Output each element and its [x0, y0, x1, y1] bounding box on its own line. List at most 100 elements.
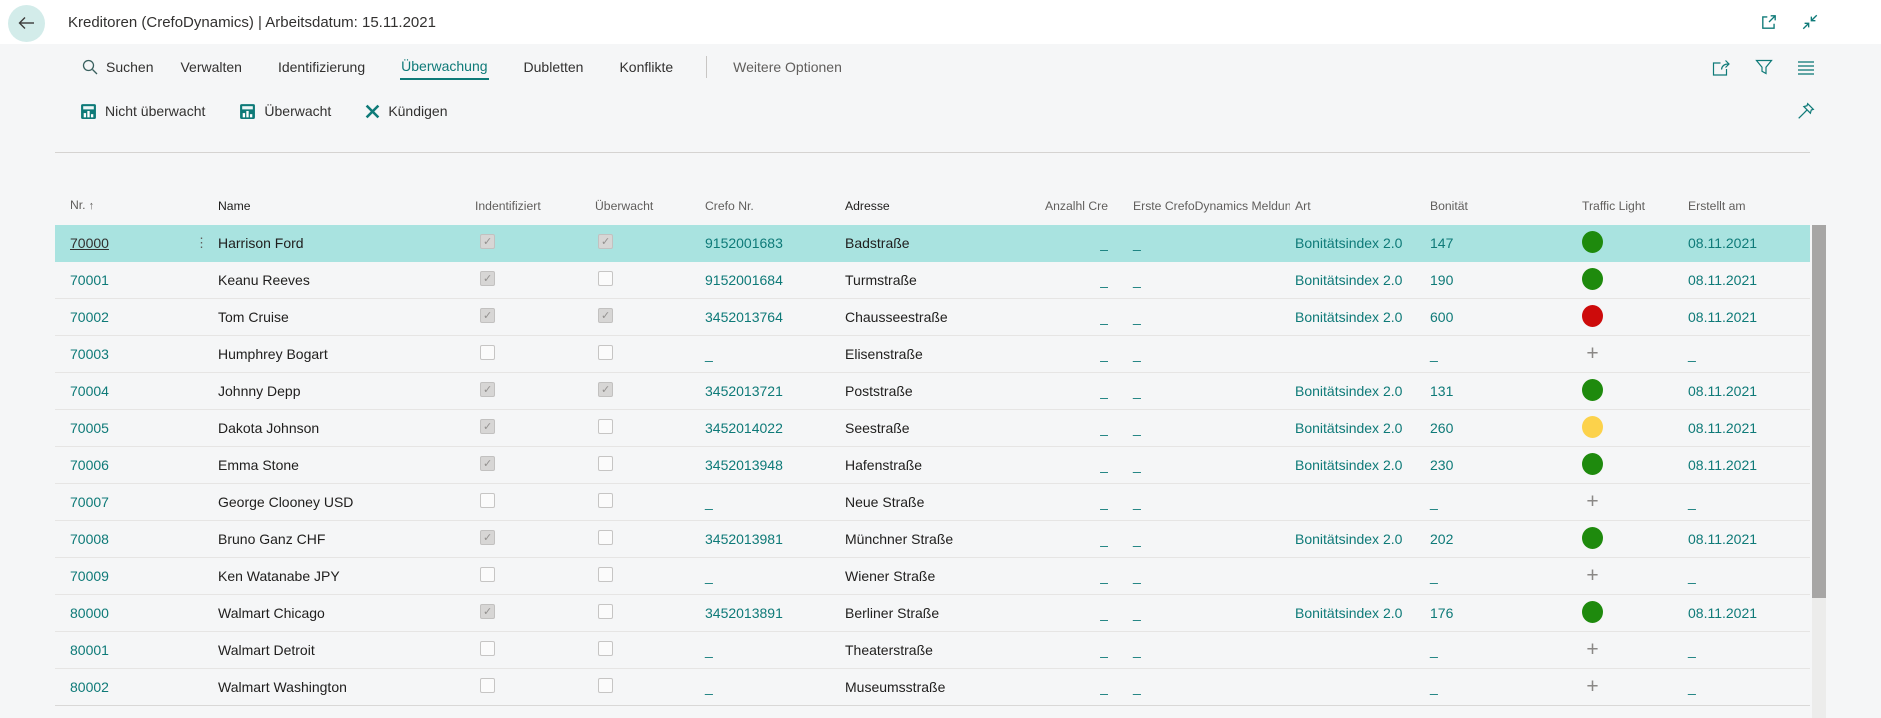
filter-icon[interactable]	[1755, 59, 1773, 76]
anzahl-meldungen-link[interactable]: _	[1100, 383, 1108, 399]
table-row[interactable]: 70009 Ken Watanabe JPY _ Wiener Straße _ _ _ + _	[55, 558, 1810, 595]
menu-item-weitere-optionen[interactable]: Weitere Optionen	[733, 59, 842, 75]
art-link[interactable]: Bonitätsindex 2.0	[1295, 235, 1402, 251]
anzahl-meldungen-link[interactable]: _	[1100, 642, 1108, 658]
pin-icon[interactable]	[1797, 102, 1815, 120]
add-traffic-light-icon[interactable]: +	[1582, 640, 1603, 660]
list-view-icon[interactable]	[1797, 60, 1815, 75]
nr-link[interactable]: 80001	[70, 642, 109, 658]
erste-meldung-link[interactable]: _	[1133, 383, 1141, 399]
add-traffic-light-icon[interactable]: +	[1582, 677, 1603, 697]
art-link[interactable]: Bonitätsindex 2.0	[1295, 420, 1402, 436]
crefo-nr-link[interactable]: _	[705, 568, 713, 584]
bonitaet-link[interactable]: _	[1430, 679, 1438, 695]
anzahl-meldungen-link[interactable]: _	[1100, 531, 1108, 547]
crefo-nr-link[interactable]: _	[705, 346, 713, 362]
crefo-nr-link[interactable]: _	[705, 642, 713, 658]
erste-meldung-link[interactable]: _	[1133, 309, 1141, 325]
erstellt-am-link[interactable]: 08.11.2021	[1688, 235, 1757, 251]
erstellt-am-link[interactable]: 08.11.2021	[1688, 605, 1757, 621]
add-traffic-light-icon[interactable]: +	[1582, 344, 1603, 364]
bonitaet-link[interactable]: 230	[1430, 457, 1453, 473]
table-row[interactable]: 70000 ⋮ Harrison Ford 9152001683 Badstraße _ _…	[55, 225, 1810, 262]
erste-meldung-link[interactable]: _	[1133, 642, 1141, 658]
nr-link[interactable]: 80002	[70, 679, 109, 695]
table-row[interactable]: 70003 Humphrey Bogart _ Elisenstraße _ _ _ + _	[55, 336, 1810, 373]
erste-meldung-link[interactable]: _	[1133, 272, 1141, 288]
action-nicht-berwacht[interactable]: Nicht überwacht	[80, 103, 205, 120]
erste-meldung-link[interactable]: _	[1133, 235, 1141, 251]
bonitaet-link[interactable]: _	[1430, 346, 1438, 362]
art-link[interactable]: Bonitätsindex 2.0	[1295, 531, 1402, 547]
erstellt-am-link[interactable]: 08.11.2021	[1688, 309, 1757, 325]
bonitaet-link[interactable]: 202	[1430, 531, 1453, 547]
erstellt-am-link[interactable]: _	[1688, 642, 1696, 658]
menu-item-verwalten[interactable]: Verwalten	[179, 56, 242, 78]
menu-item-suchen[interactable]: Suchen	[82, 59, 153, 75]
bonitaet-link[interactable]: 131	[1430, 383, 1453, 399]
table-row[interactable]: 70001 Keanu Reeves 9152001684 Turmstraße _ _ B…	[55, 262, 1810, 299]
anzahl-meldungen-link[interactable]: _	[1100, 457, 1108, 473]
anzahl-meldungen-link[interactable]: _	[1100, 309, 1108, 325]
action-k-ndigen[interactable]: Kündigen	[365, 103, 447, 119]
column-header-uberw[interactable]: Überwacht	[590, 198, 695, 225]
menu-item-konflikte[interactable]: Konflikte	[618, 56, 674, 78]
anzahl-meldungen-link[interactable]: _	[1100, 235, 1108, 251]
bonitaet-link[interactable]: 600	[1430, 309, 1453, 325]
erstellt-am-link[interactable]: _	[1688, 494, 1696, 510]
bonitaet-link[interactable]: 176	[1430, 605, 1453, 621]
column-header-nr[interactable]: Nr. ↑	[55, 197, 203, 225]
column-header-erstellt[interactable]: Erstellt am	[1680, 198, 1810, 225]
column-header-adresse[interactable]: Adresse	[840, 198, 1045, 225]
crefo-nr-link[interactable]: 9152001684	[705, 272, 783, 288]
bonitaet-link[interactable]: 147	[1430, 235, 1453, 251]
table-row[interactable]: 70006 Emma Stone 3452013948 Hafenstraße _ _ Bo…	[55, 447, 1810, 484]
erste-meldung-link[interactable]: _	[1133, 494, 1141, 510]
anzahl-meldungen-link[interactable]: _	[1100, 272, 1108, 288]
column-header-ident[interactable]: Indentifiziert	[470, 198, 590, 225]
share-icon[interactable]	[1712, 59, 1731, 76]
nr-link[interactable]: 70007	[70, 494, 109, 510]
menu-item-berwachung[interactable]: Überwachung	[400, 55, 489, 80]
bonitaet-link[interactable]: _	[1430, 568, 1438, 584]
bonitaet-link[interactable]: _	[1430, 494, 1438, 510]
crefo-nr-link[interactable]: 3452013948	[705, 457, 783, 473]
art-link[interactable]: Bonitätsindex 2.0	[1295, 383, 1402, 399]
column-header-traffic[interactable]: Traffic Light	[1575, 198, 1680, 225]
erstellt-am-link[interactable]: 08.11.2021	[1688, 531, 1757, 547]
anzahl-meldungen-link[interactable]: _	[1100, 346, 1108, 362]
table-row[interactable]: 70007 George Clooney USD _ Neue Straße _ _ _ + _	[55, 484, 1810, 521]
table-row[interactable]: 70002 Tom Cruise 3452013764 Chausseestraße _…	[55, 299, 1810, 336]
erste-meldung-link[interactable]: _	[1133, 457, 1141, 473]
table-row[interactable]: 80001 Walmart Detroit _ Theaterstraße _ _ _ + _	[55, 632, 1810, 669]
erste-meldung-link[interactable]: _	[1133, 346, 1141, 362]
bonitaet-link[interactable]: 260	[1430, 420, 1453, 436]
column-header-erste[interactable]: Erste CrefoDynamics Meldung	[1108, 198, 1290, 225]
anzahl-meldungen-link[interactable]: _	[1100, 494, 1108, 510]
add-traffic-light-icon[interactable]: +	[1582, 492, 1603, 512]
column-header-bonitaet[interactable]: Bonität	[1425, 198, 1575, 225]
column-header-name[interactable]: Name	[203, 198, 470, 225]
table-row[interactable]: 70005 Dakota Johnson 3452014022 Seestraße _ _…	[55, 410, 1810, 447]
erstellt-am-link[interactable]: _	[1688, 346, 1696, 362]
bonitaet-link[interactable]: 190	[1430, 272, 1453, 288]
row-menu-icon[interactable]: ⋮	[195, 235, 203, 251]
erste-meldung-link[interactable]: _	[1133, 605, 1141, 621]
erste-meldung-link[interactable]: _	[1133, 531, 1141, 547]
crefo-nr-link[interactable]: _	[705, 679, 713, 695]
crefo-nr-link[interactable]: 9152001683	[705, 235, 783, 251]
column-header-art[interactable]: Art	[1290, 198, 1425, 225]
nr-link[interactable]: 70008	[70, 531, 109, 547]
erste-meldung-link[interactable]: _	[1133, 679, 1141, 695]
nr-link[interactable]: 70009	[70, 568, 109, 584]
table-row[interactable]: 70004 Johnny Depp 3452013721 Poststraße _ _ Bo…	[55, 373, 1810, 410]
crefo-nr-link[interactable]: 3452013981	[705, 531, 783, 547]
open-in-new-window-icon[interactable]	[1760, 13, 1778, 31]
column-header-crefo[interactable]: Crefo Nr.	[695, 198, 840, 225]
nr-link[interactable]: 70004	[70, 383, 109, 399]
art-link[interactable]: Bonitätsindex 2.0	[1295, 605, 1402, 621]
art-link[interactable]: Bonitätsindex 2.0	[1295, 272, 1402, 288]
table-row[interactable]: 80000 Walmart Chicago 3452013891 Berliner S…	[55, 595, 1810, 632]
table-row[interactable]: 70008 Bruno Ganz CHF 3452013981 Münchner St…	[55, 521, 1810, 558]
erstellt-am-link[interactable]: _	[1688, 679, 1696, 695]
